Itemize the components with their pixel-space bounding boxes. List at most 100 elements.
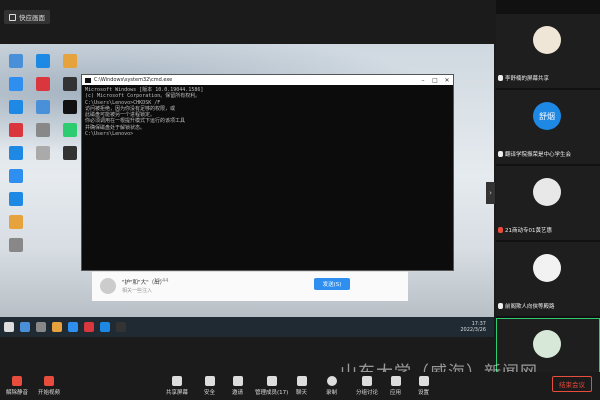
record-button[interactable]: 录制	[326, 376, 337, 396]
desktop-icon[interactable]	[57, 146, 83, 160]
app-icon	[63, 54, 77, 68]
record-label: 录制	[326, 390, 338, 396]
app-icon	[63, 146, 77, 160]
mic-icon	[498, 75, 503, 81]
chat-message-card: "护"和"大"（出） 15:44 相关一些注入 发送(S)	[92, 271, 408, 301]
share-screen-icon	[172, 376, 182, 386]
close-button[interactable]: ✕	[441, 77, 453, 84]
participant-name-row: 前阁欺人向侠等殿路	[498, 302, 598, 310]
settings-label: 设置	[418, 390, 430, 396]
desktop-icon[interactable]	[3, 215, 29, 229]
chat-time: 15:44	[154, 278, 169, 284]
security-button[interactable]: 安全	[204, 376, 215, 396]
chat-icon	[296, 376, 307, 386]
app-icon	[9, 123, 23, 137]
minimize-button[interactable]: –	[417, 77, 429, 84]
apps-icon	[390, 376, 401, 386]
desktop-icon[interactable]	[3, 146, 29, 160]
participant-list: 李舒楠的屏幕共享 舒烟 翻译学院振荣是中心学生会 21商动专01黄艺惠前阁欺人向侠等殿…	[496, 0, 600, 392]
cmd-window[interactable]: C:\Windows\system32\cmd.exe – □ ✕ Micros…	[81, 74, 454, 271]
share-screen-label: 共享屏幕	[166, 390, 189, 396]
task-view-icon[interactable]	[36, 322, 46, 332]
desktop-icon[interactable]	[3, 238, 29, 252]
grid-view-icon	[9, 13, 16, 21]
avatar	[533, 254, 561, 282]
invite-label: 邀请	[232, 390, 244, 396]
maximize-button[interactable]: □	[429, 77, 441, 84]
remote-taskbar: 17:37 2022/3/26	[0, 317, 494, 337]
desktop-icon[interactable]	[57, 100, 83, 114]
participant-name: 前阁欺人向侠等殿路	[505, 304, 555, 310]
breakout-icon	[362, 376, 372, 386]
avatar	[533, 26, 561, 54]
apps-button[interactable]: 应用	[390, 376, 401, 396]
unmute-label: 解除静音	[6, 390, 29, 396]
desktop-icon[interactable]	[57, 123, 83, 137]
cmd-taskbar-icon[interactable]	[116, 322, 126, 332]
participant-tile[interactable]: 舒烟 翻译学院振荣是中心学生会	[496, 90, 600, 164]
avatar: 舒烟	[533, 102, 561, 130]
windows-start-icon[interactable]	[4, 322, 14, 332]
desktop-icon[interactable]	[3, 169, 29, 183]
mic-muted-icon	[12, 376, 22, 386]
meeting-app-icon[interactable]	[100, 322, 110, 332]
chat-message: 相关一些注入	[122, 288, 153, 294]
send-button[interactable]: 发送(S)	[314, 278, 350, 290]
record-icon	[326, 376, 337, 386]
taskbar-clock: 17:37 2022/3/26	[460, 321, 486, 333]
avatar	[100, 278, 116, 294]
share-screen-button[interactable]: 共享屏幕	[166, 376, 188, 396]
shared-screen: C:\Windows\system32\cmd.exe – □ ✕ Micros…	[0, 44, 494, 337]
cmd-titlebar[interactable]: C:\Windows\system32\cmd.exe – □ ✕	[82, 75, 453, 85]
unmute-button[interactable]: 解除静音	[6, 376, 28, 396]
members-icon	[266, 376, 277, 386]
cmd-output[interactable]: Microsoft Windows [版本 10.0.19044.1586] (c…	[82, 85, 453, 139]
app-icon[interactable]	[84, 322, 94, 332]
desktop-icon[interactable]	[3, 123, 29, 137]
mic-icon	[498, 303, 503, 309]
app-icon	[9, 100, 23, 114]
desktop-icon[interactable]	[3, 54, 29, 68]
cmd-line: C:\Users\Lenovo>	[85, 131, 134, 138]
desktop-icon[interactable]	[3, 192, 29, 206]
shield-icon	[204, 376, 215, 386]
desktop-icon[interactable]	[30, 100, 56, 114]
participant-name-row: 21商动专01黄艺惠	[498, 226, 598, 234]
camera-off-icon	[44, 376, 54, 386]
chat-button[interactable]: 聊天	[296, 376, 307, 396]
desktop-icon[interactable]	[30, 146, 56, 160]
app-icon	[36, 54, 50, 68]
app-icon	[36, 77, 50, 91]
desktop-icon[interactable]	[30, 54, 56, 68]
file-explorer-icon[interactable]	[52, 322, 62, 332]
participant-tile[interactable]: 21商动专01黄艺惠	[496, 166, 600, 240]
edge-browser-icon[interactable]	[68, 322, 78, 332]
search-icon[interactable]	[20, 322, 30, 332]
start-video-button[interactable]: 开始视频	[38, 376, 60, 396]
cmd-title: C:\Windows\system32\cmd.exe	[94, 77, 173, 83]
participant-tile[interactable]: 李舒楠的屏幕共享	[496, 14, 600, 88]
desktop-icon[interactable]	[3, 100, 29, 114]
app-icon	[9, 215, 23, 229]
app-icon	[63, 100, 77, 114]
app-icon	[63, 77, 77, 91]
desktop-icon[interactable]	[57, 77, 83, 91]
settings-button[interactable]: 设置	[418, 376, 429, 396]
participant-tile[interactable]: 前阁欺人向侠等殿路	[496, 242, 600, 316]
view-mode-button[interactable]: 快应画面	[4, 10, 50, 24]
desktop-icon[interactable]	[30, 123, 56, 137]
invite-button[interactable]: 邀请	[232, 376, 243, 396]
cmd-icon	[85, 77, 91, 83]
breakout-rooms-button[interactable]: 分组讨论	[356, 376, 378, 396]
chat-label: 聊天	[296, 390, 308, 396]
desktop-icon[interactable]	[30, 77, 56, 91]
collapse-panel-button[interactable]: ›	[486, 182, 495, 204]
avatar-text: 舒烟	[539, 111, 555, 121]
breakout-label: 分组讨论	[356, 390, 379, 396]
app-icon	[63, 123, 77, 137]
manage-members-button[interactable]: 管理成员(17)	[255, 376, 288, 396]
apps-label: 应用	[390, 390, 402, 396]
desktop-icon[interactable]	[57, 54, 83, 68]
end-meeting-button[interactable]: 结束会议	[552, 376, 592, 392]
desktop-icon[interactable]	[3, 77, 29, 91]
